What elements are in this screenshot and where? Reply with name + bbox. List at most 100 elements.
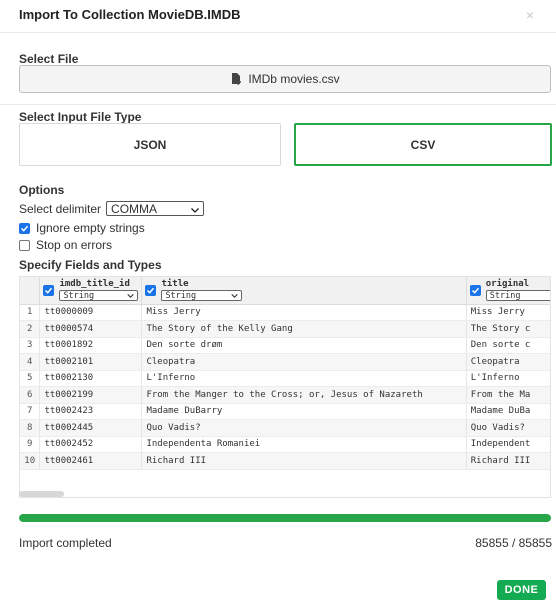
table-cell: tt0002445 — [39, 419, 143, 437]
table-cell: Richard III — [141, 452, 467, 470]
check-icon — [45, 287, 53, 294]
table-cell: Den sorte drøm — [141, 337, 467, 354]
select-file-label: Select File — [19, 52, 79, 66]
table-cell: Richard III — [466, 452, 550, 470]
modal-header: Import To Collection MovieDB.IMDB × — [0, 0, 556, 32]
chevron-down-icon — [191, 202, 199, 216]
table-cell: Miss Jerry — [466, 304, 550, 321]
import-count: 85855 / 85855 — [475, 536, 552, 550]
row-number: 7 — [20, 403, 41, 420]
table-cell: Madame DuBarry — [141, 403, 467, 420]
check-icon — [471, 287, 479, 294]
input-type-label: Select Input File Type — [19, 110, 142, 124]
check-icon — [20, 225, 29, 232]
column-type-select[interactable]: String — [59, 290, 139, 302]
table-cell: Independenta Romaniei — [141, 436, 467, 453]
check-icon — [147, 287, 155, 294]
file-icon — [230, 72, 242, 86]
stop-errors-row: Stop on errors — [19, 238, 112, 252]
stop-errors-label: Stop on errors — [36, 238, 113, 252]
table-cell: Miss Jerry — [141, 304, 467, 321]
table-row: 3 tt0001892 Den sorte drøm Den sorte c — [20, 337, 550, 354]
table-cell: tt0002423 — [39, 403, 143, 420]
json-type-button[interactable]: JSON — [19, 123, 281, 166]
modal-title: Import To Collection MovieDB.IMDB — [19, 7, 241, 22]
column-name: title — [161, 279, 189, 290]
table-row: 1 tt0000009 Miss Jerry Miss Jerry — [20, 304, 550, 321]
file-divider — [0, 104, 556, 105]
fields-table: imdb_title_id String title String origin… — [19, 276, 551, 498]
table-cell: The Story of the Kelly Gang — [141, 320, 467, 338]
horizontal-scrollbar[interactable] — [19, 491, 64, 497]
row-number: 6 — [20, 386, 41, 404]
delimiter-select[interactable]: COMMA — [106, 201, 205, 216]
row-number: 5 — [20, 370, 41, 387]
row-number: 9 — [20, 436, 41, 453]
column-header-imdb-title-id: imdb_title_id String — [39, 277, 143, 305]
ignore-empty-label: Ignore empty strings — [36, 221, 145, 235]
column-type-value: String — [63, 290, 95, 301]
table-cell: tt0002452 — [39, 436, 143, 453]
table-row: 6 tt0002199 From the Manger to the Cross; … — [20, 386, 550, 404]
delimiter-row: Select delimiter COMMA — [19, 201, 205, 216]
column-checkbox-original[interactable] — [469, 284, 481, 296]
options-label: Options — [19, 183, 65, 197]
table-cell: Independent — [466, 436, 550, 453]
row-number: 3 — [20, 337, 41, 354]
ignore-empty-row: Ignore empty strings — [19, 221, 145, 235]
table-row: 2 tt0000574 The Story of the Kelly Gang The… — [20, 320, 550, 338]
column-type-select[interactable]: String — [485, 290, 550, 302]
progress-fill — [19, 514, 551, 522]
table-cell: tt0002130 — [39, 370, 143, 387]
table-cell: Cleopatra — [466, 353, 550, 371]
table-row: 9 tt0002452 Independenta Romaniei Independe… — [20, 436, 550, 453]
file-name: IMDb movies.csv — [248, 72, 340, 86]
table-cell: tt0000574 — [39, 320, 143, 338]
import-progress-bar — [19, 514, 551, 522]
header-rownum — [20, 277, 41, 305]
column-name: imdb_title_id — [59, 279, 130, 290]
close-icon[interactable]: × — [526, 8, 534, 22]
ignore-empty-checkbox[interactable] — [19, 222, 30, 234]
table-cell: Den sorte c — [466, 337, 550, 354]
table-row: 10 tt0002461 Richard III Richard III — [20, 452, 550, 470]
header-divider — [0, 32, 556, 33]
delimiter-label: Select delimiter — [19, 201, 102, 216]
table-cell: Cleopatra — [141, 353, 467, 371]
row-number: 8 — [20, 419, 41, 437]
table-cell: The Story c — [466, 320, 550, 338]
stop-errors-checkbox[interactable] — [19, 239, 30, 251]
table-body: 1 tt0000009 Miss Jerry Miss Jerry 2 tt0000574… — [20, 304, 550, 470]
csv-type-button[interactable]: CSV — [294, 123, 552, 166]
table-cell: L'Inferno — [141, 370, 467, 387]
row-number: 4 — [20, 353, 41, 371]
table-cell: From the Ma — [466, 386, 550, 404]
table-cell: Quo Vadis? — [466, 419, 550, 437]
delimiter-value: COMMA — [111, 201, 158, 216]
column-type-value: String — [165, 290, 197, 301]
column-name: original — [485, 279, 530, 290]
table-cell: tt0002101 — [39, 353, 143, 371]
column-type-select[interactable]: String — [161, 290, 243, 302]
row-number: 2 — [20, 320, 41, 338]
table-row: 4 tt0002101 Cleopatra Cleopatra — [20, 353, 550, 371]
table-cell: From the Manger to the Cross; or, Jesus … — [141, 386, 467, 404]
chevron-down-icon — [231, 293, 239, 298]
table-cell: tt0002461 — [39, 452, 143, 470]
table-row: 7 tt0002423 Madame DuBarry Madame DuBa — [20, 403, 550, 420]
column-type-value: String — [489, 290, 521, 301]
fields-label: Specify Fields and Types — [19, 258, 162, 272]
column-checkbox-imdb-title-id[interactable] — [43, 284, 55, 296]
column-header-original: original String — [466, 277, 550, 305]
table-cell: L'Inferno — [466, 370, 550, 387]
row-number: 1 — [20, 304, 41, 321]
table-cell: Quo Vadis? — [141, 419, 467, 437]
done-button[interactable]: DONE — [497, 580, 546, 600]
import-status: Import completed — [19, 536, 112, 550]
column-checkbox-title[interactable] — [145, 284, 157, 296]
table-cell: tt0000009 — [39, 304, 143, 321]
chevron-down-icon — [127, 293, 135, 298]
file-select-button[interactable]: IMDb movies.csv — [19, 65, 551, 93]
table-cell: Madame DuBa — [466, 403, 550, 420]
table-row: 8 tt0002445 Quo Vadis? Quo Vadis? — [20, 419, 550, 437]
